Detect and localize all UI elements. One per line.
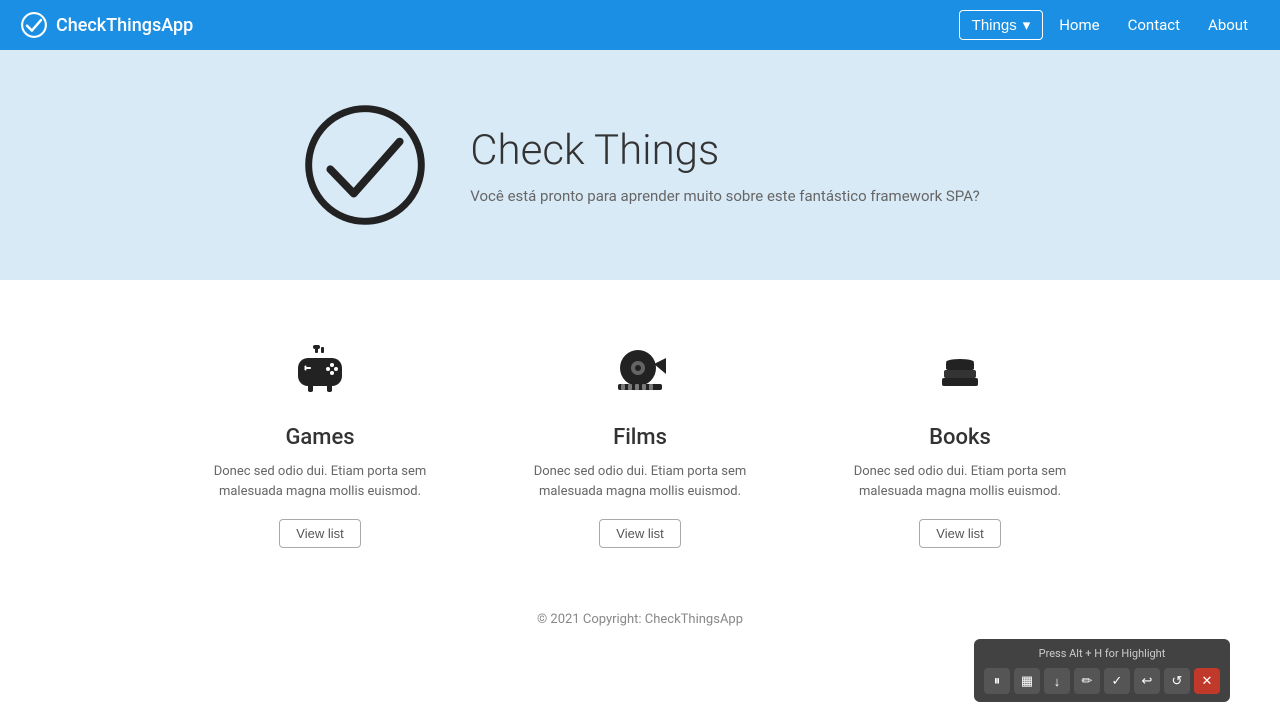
books-icon [930, 340, 990, 409]
features-section: Games Donec sed odio dui. Etiam porta se… [0, 280, 1280, 588]
hero-text: Check Things Você está pronto para apren… [470, 126, 979, 205]
feature-films: Films Donec sed odio dui. Etiam porta se… [510, 340, 770, 548]
toolbar-close-button[interactable]: ✕ [1194, 668, 1220, 694]
games-description: Donec sed odio dui. Etiam porta sem male… [190, 462, 450, 501]
games-icon [290, 340, 350, 409]
copyright-text: © 2021 Copyright: CheckThingsApp [537, 612, 743, 627]
feature-games: Games Donec sed odio dui. Etiam porta se… [190, 340, 450, 548]
brand-logo[interactable]: CheckThingsApp [20, 11, 193, 39]
hero-section: Check Things Você está pronto para apren… [0, 50, 1280, 280]
brand-name: CheckThingsApp [56, 15, 193, 36]
toolbar-hint: Press Alt + H for Highlight [984, 647, 1220, 660]
hero-title: Check Things [470, 126, 979, 175]
toolbar-redo-button[interactable]: ↺ [1164, 668, 1190, 694]
films-description: Donec sed odio dui. Etiam porta sem male… [510, 462, 770, 501]
films-view-list-button[interactable]: View list [599, 519, 680, 548]
chevron-down-icon: ▾ [1023, 16, 1031, 34]
things-dropdown[interactable]: Things ▾ [959, 10, 1044, 40]
books-title: Books [929, 425, 991, 450]
toolbar-buttons: ⏸ ▦ ↓ ✏ ✓ ↩ ↺ ✕ [984, 668, 1220, 694]
books-view-list-button[interactable]: View list [919, 519, 1000, 548]
books-description: Donec sed odio dui. Etiam porta sem male… [830, 462, 1090, 501]
feature-books: Books Donec sed odio dui. Etiam porta se… [830, 340, 1090, 548]
films-icon [610, 340, 670, 409]
things-dropdown-label: Things [972, 17, 1017, 34]
toolbar-undo-button[interactable]: ↩ [1134, 668, 1160, 694]
brand-icon [20, 11, 48, 39]
toolbar-pencil-button[interactable]: ✏ [1074, 668, 1100, 694]
toolbar-overlay: Press Alt + H for Highlight ⏸ ▦ ↓ ✏ ✓ ↩ … [974, 639, 1230, 702]
nav-home[interactable]: Home [1047, 10, 1111, 40]
films-title: Films [613, 425, 667, 450]
games-view-list-button[interactable]: View list [279, 519, 360, 548]
nav-contact[interactable]: Contact [1116, 10, 1192, 40]
nav-about[interactable]: About [1196, 10, 1260, 40]
navbar: CheckThingsApp Things ▾ Home Contact Abo… [0, 0, 1280, 50]
toolbar-download-button[interactable]: ↓ [1044, 668, 1070, 694]
navbar-nav: Things ▾ Home Contact About [959, 10, 1260, 40]
toolbar-grid-button[interactable]: ▦ [1014, 668, 1040, 694]
toolbar-check-button[interactable]: ✓ [1104, 668, 1130, 694]
hero-logo [300, 100, 430, 230]
hero-subtitle: Você está pronto para aprender muito sob… [470, 187, 979, 205]
games-title: Games [285, 425, 354, 450]
toolbar-pause-button[interactable]: ⏸ [984, 668, 1010, 694]
